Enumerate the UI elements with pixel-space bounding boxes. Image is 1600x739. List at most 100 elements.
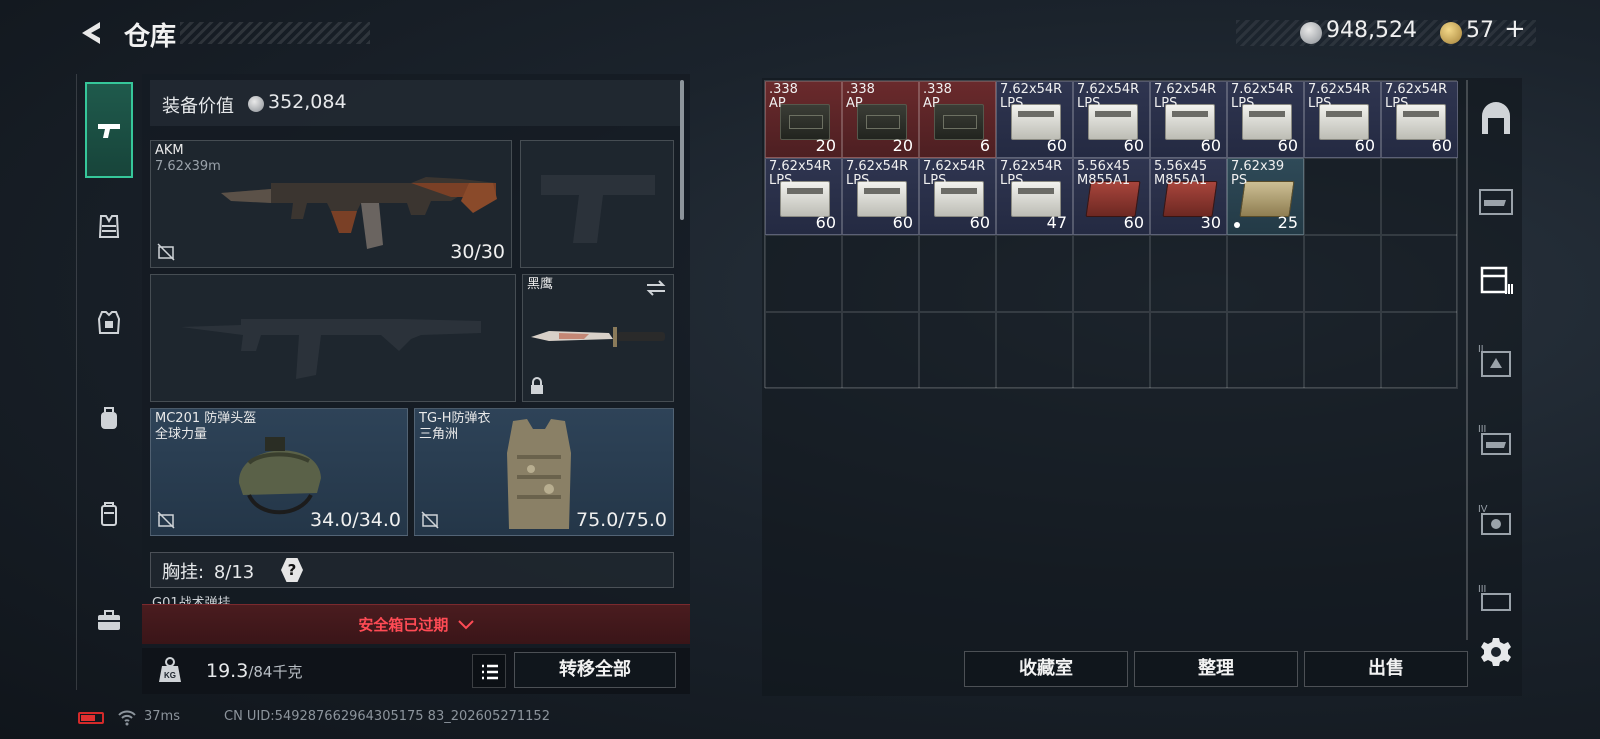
stash-item[interactable]: 5.56x45 M855A1 30 [1150, 158, 1227, 235]
no-insurance-icon [421, 511, 439, 529]
item-name: 5.56x45 M855A1 [1154, 159, 1208, 188]
battery-icon [78, 712, 104, 724]
page-title: 仓库 [124, 22, 177, 52]
stash-item[interactable]: 7.62x54R LPS 60 [1304, 81, 1381, 158]
item-quantity: 60 [1123, 136, 1144, 155]
list-icon [482, 664, 498, 680]
tab-backpack[interactable] [85, 370, 133, 466]
chest-rig-label: 胸挂: 8/13 [162, 558, 254, 584]
item-name: 7.62x54R LPS [1385, 82, 1448, 111]
helmet-faction: 全球力量 [155, 427, 208, 442]
stash-cell[interactable] [1381, 235, 1458, 312]
stash-cell[interactable] [1304, 158, 1381, 235]
wifi-icon [118, 710, 136, 726]
tab-storage-iv-icon[interactable]: IV [1476, 500, 1516, 540]
item-name: .338 AP [846, 82, 875, 111]
tab-container[interactable] [85, 466, 133, 562]
stash-item[interactable]: 7.62x54R LPS 60 [996, 81, 1073, 158]
armor-vest-icon [97, 311, 121, 334]
stash-cell[interactable] [1304, 235, 1381, 312]
stash-item[interactable]: 7.62x39 PS 25 [1227, 158, 1304, 235]
silver-coin-icon [1300, 22, 1322, 44]
stash-cell[interactable] [919, 312, 996, 389]
stash-item[interactable]: 7.62x54R LPS 60 [1227, 81, 1304, 158]
stash-cell[interactable] [1227, 312, 1304, 389]
stash-item[interactable]: 7.62x54R LPS 60 [765, 158, 842, 235]
helmet-slot[interactable]: MC201 防弹头盔 全球力量 34.0/34.0 [150, 408, 408, 536]
stash-cell[interactable] [842, 312, 919, 389]
add-currency-button[interactable]: + [1504, 14, 1526, 44]
chest-rig-capacity: 8/13 [213, 562, 255, 583]
item-quantity: 6 [979, 136, 990, 155]
new-item-dot [1234, 222, 1240, 228]
stash-page-tabs: II III IV III [1466, 80, 1522, 640]
item-name: 7.62x54R LPS [1231, 82, 1294, 111]
stash-item[interactable]: 5.56x45 M855A1 60 [1073, 158, 1150, 235]
stash-item[interactable]: .338 AP 20 [765, 81, 842, 158]
item-quantity: 47 [1046, 213, 1067, 232]
tab-safe-box[interactable] [85, 572, 133, 668]
transfer-all-button[interactable]: 转移全部 [514, 652, 676, 688]
secondary-weapon-slot[interactable] [150, 274, 516, 402]
item-name: 7.62x54R LPS [1000, 82, 1063, 111]
stash-cell[interactable] [996, 235, 1073, 312]
swap-icon[interactable] [645, 279, 667, 297]
chest-rig-icon [98, 215, 120, 238]
sort-button[interactable]: 整理 [1134, 651, 1298, 687]
backpack-icon [101, 407, 117, 429]
item-quantity: 60 [1354, 136, 1375, 155]
tab-chest-rig[interactable] [85, 178, 133, 274]
stash-item[interactable]: 7.62x54R LPS 60 [919, 158, 996, 235]
chevron-down-icon [457, 620, 474, 630]
stash-cell[interactable] [919, 235, 996, 312]
armor-slot[interactable]: TG-H防弹衣 三角洲 75.0/75.0 [414, 408, 674, 536]
svg-text:KG: KG [164, 671, 176, 680]
stash-cell[interactable] [1227, 235, 1304, 312]
stash-cell[interactable] [1304, 312, 1381, 389]
chest-rig-title: 胸挂: [162, 562, 205, 583]
stash-item[interactable]: .338 AP 6 [919, 81, 996, 158]
stash-cell[interactable] [1150, 235, 1227, 312]
tab-storage-ii-icon[interactable]: II [1476, 340, 1516, 380]
melee-slot[interactable]: 黑鹰 [522, 274, 674, 402]
item-name: 7.62x39 PS [1231, 159, 1285, 188]
tab-armor[interactable] [85, 274, 133, 370]
stash-item[interactable]: 7.62x54R LPS 60 [1381, 81, 1458, 158]
stash-item[interactable]: 7.62x54R LPS 60 [1150, 81, 1227, 158]
tab-weapon-storage-icon[interactable] [1476, 180, 1516, 220]
list-view-button[interactable] [472, 654, 506, 688]
tab-storage-v-icon[interactable]: III [1476, 580, 1516, 620]
settings-gear-icon[interactable] [1480, 636, 1512, 668]
stash-item[interactable]: .338 AP 20 [842, 81, 919, 158]
equipment-scrollbar[interactable] [680, 80, 684, 220]
current-weight: 19.3 [206, 660, 249, 682]
tab-all-stash-icon[interactable] [1476, 100, 1516, 140]
tab-storage-iii-icon[interactable]: III [1476, 420, 1516, 460]
stash-cell[interactable] [1073, 235, 1150, 312]
stash-cell[interactable] [1381, 312, 1458, 389]
armor-vest-image [507, 419, 571, 529]
item-name: .338 AP [769, 82, 798, 111]
item-quantity: 20 [892, 136, 913, 155]
stash-cell[interactable] [842, 235, 919, 312]
primary-weapon-slot[interactable]: AKM 7.62x39m 30/30 [150, 140, 512, 268]
stash-item[interactable]: 7.62x54R LPS 60 [1073, 81, 1150, 158]
pistol-slot[interactable] [520, 140, 674, 268]
stash-item[interactable]: 7.62x54R LPS 60 [842, 158, 919, 235]
stash-item[interactable]: 7.62x54R LPS 47 [996, 158, 1073, 235]
stash-cell[interactable] [765, 312, 842, 389]
item-quantity: 60 [1123, 213, 1144, 232]
sell-button[interactable]: 出售 [1304, 651, 1468, 687]
stash-cell[interactable] [1073, 312, 1150, 389]
back-icon[interactable] [76, 18, 106, 48]
ping-readout: 37ms [144, 709, 180, 724]
premium-coin-icon [1440, 22, 1462, 44]
stash-cell[interactable] [765, 235, 842, 312]
stash-cell[interactable] [1150, 312, 1227, 389]
stash-cell[interactable] [996, 312, 1073, 389]
tab-weapons[interactable] [85, 82, 133, 178]
knife-image [531, 327, 665, 347]
tab-ammo-storage-icon[interactable] [1476, 260, 1516, 300]
stash-cell[interactable] [1381, 158, 1458, 235]
collection-room-button[interactable]: 收藏室 [964, 651, 1128, 687]
